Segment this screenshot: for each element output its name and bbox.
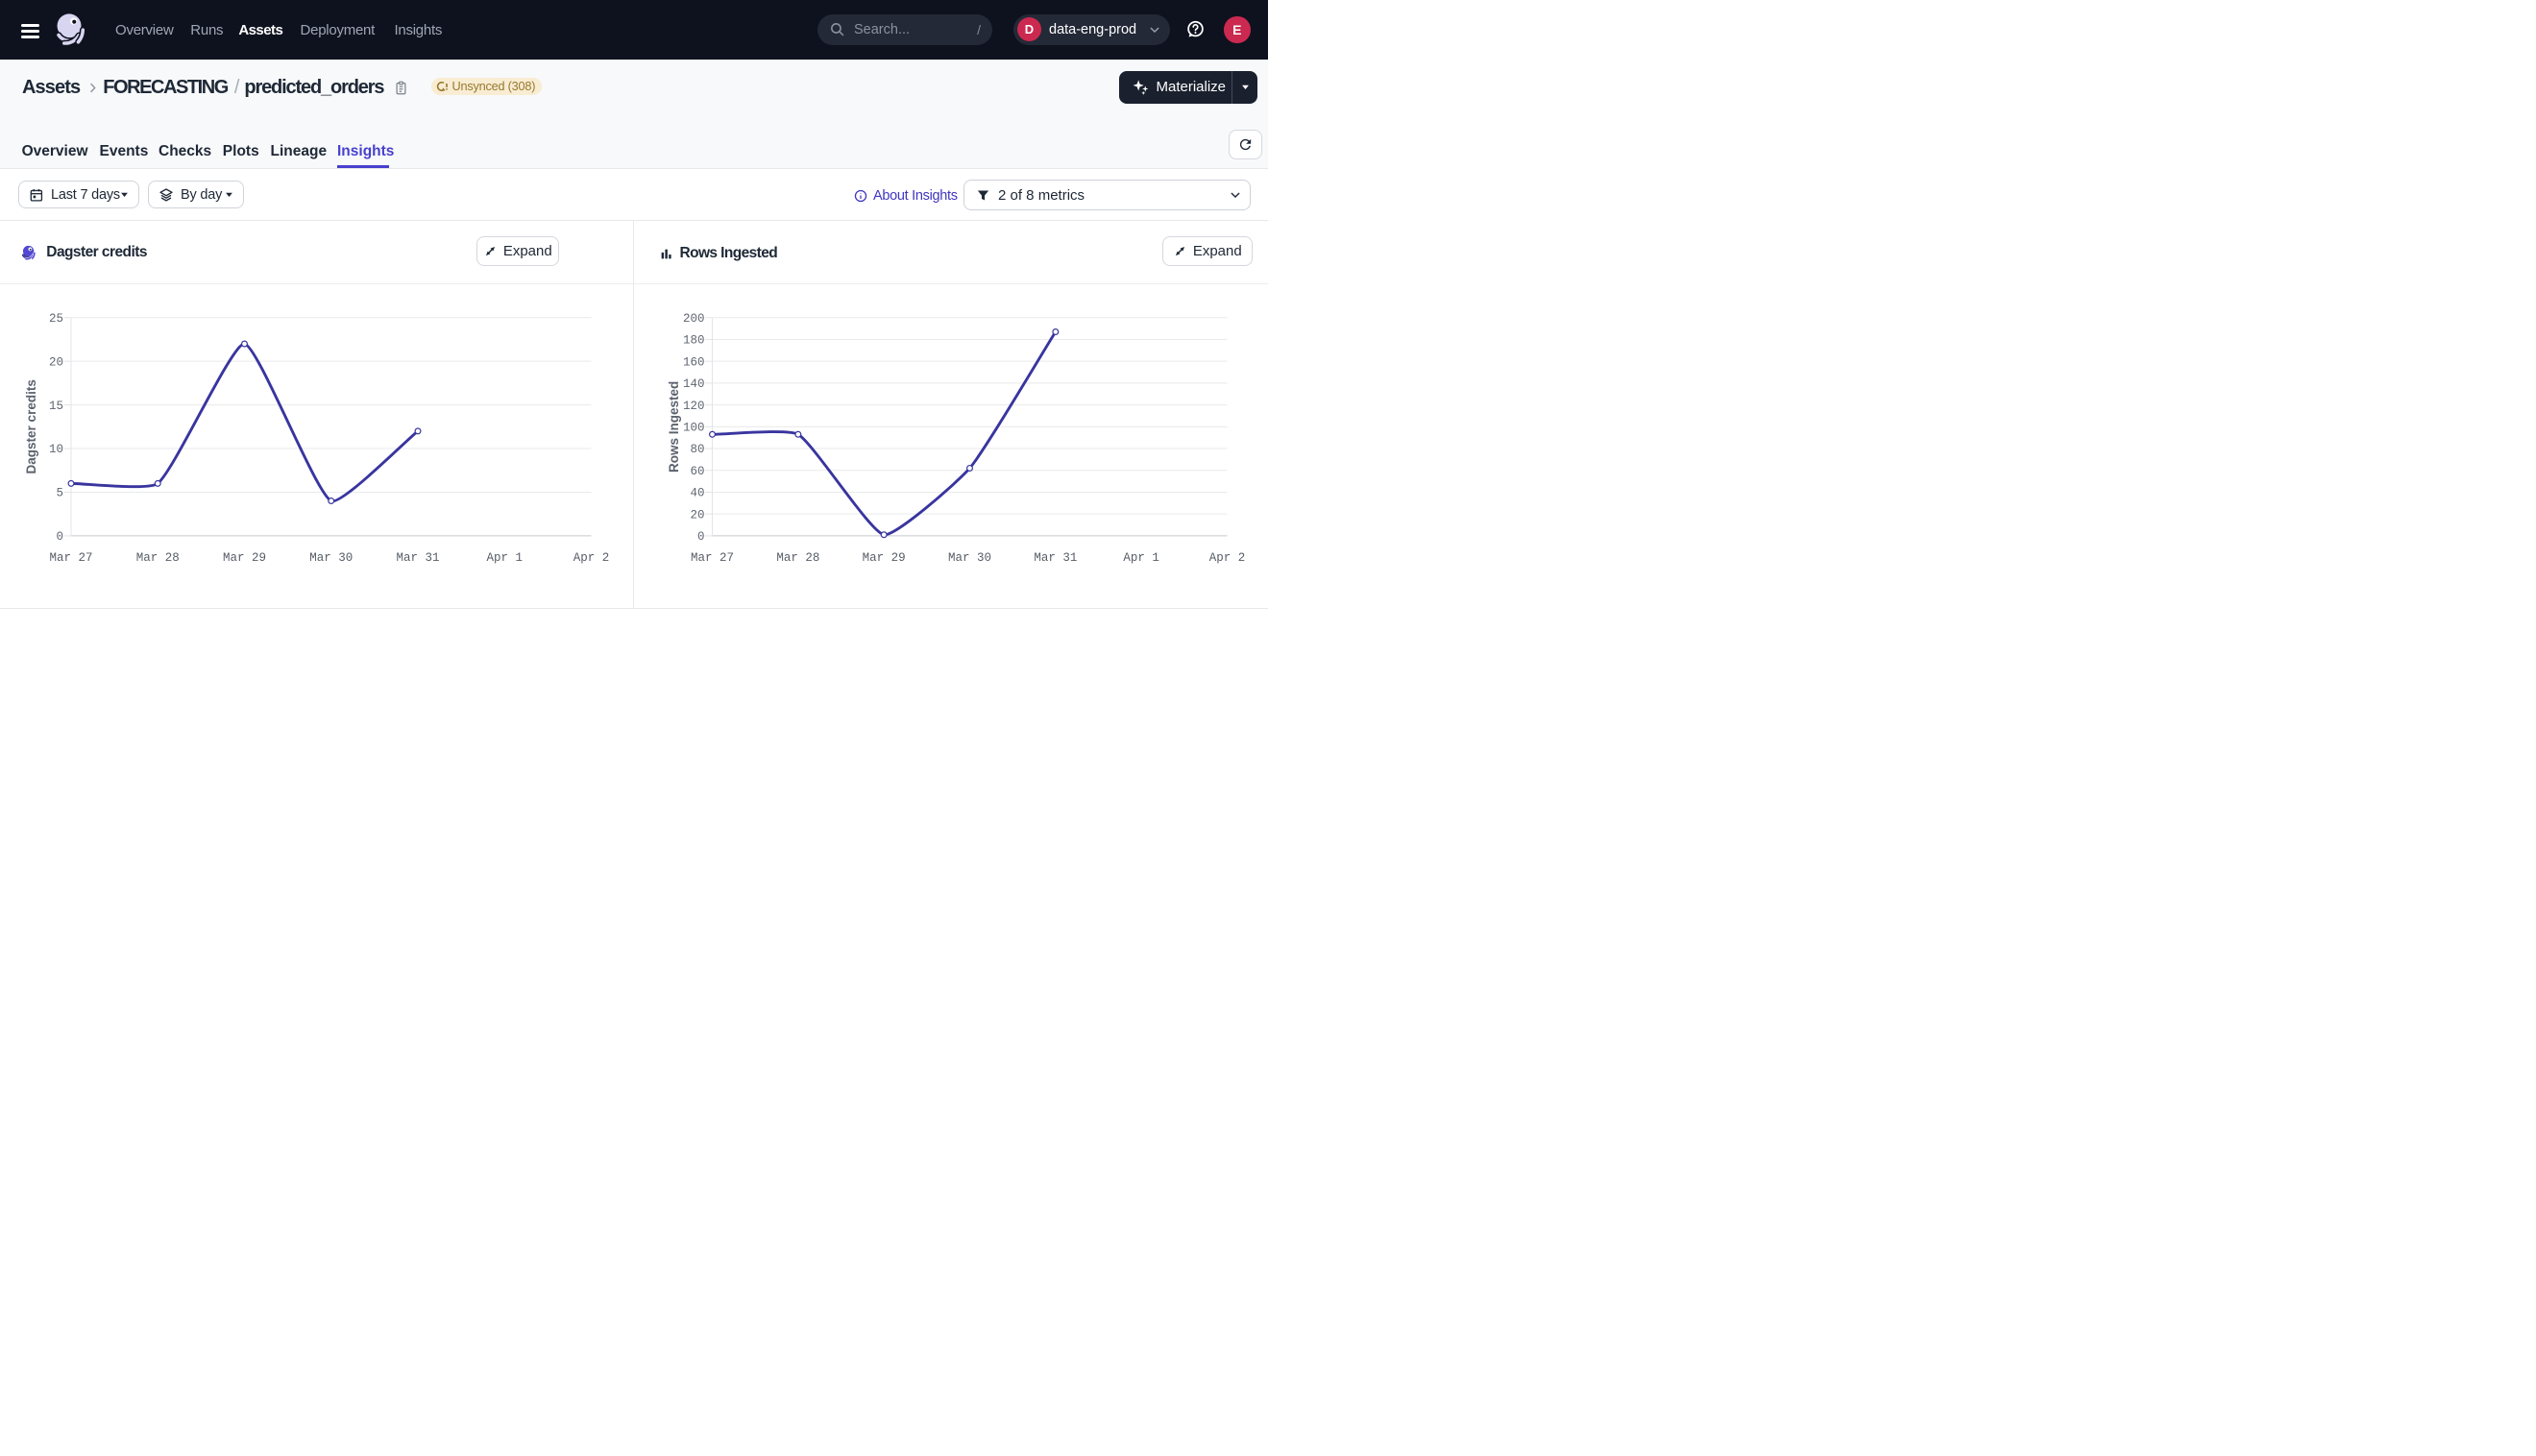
svg-text:Mar 28: Mar 28 <box>776 551 819 565</box>
svg-text:Apr 1: Apr 1 <box>486 551 523 565</box>
svg-text:Mar 30: Mar 30 <box>948 551 991 565</box>
svg-text:180: 180 <box>683 334 705 348</box>
svg-text:Dagster credits: Dagster credits <box>24 379 38 473</box>
svg-text:Mar 28: Mar 28 <box>136 551 180 565</box>
svg-text:160: 160 <box>683 355 705 369</box>
svg-text:25: 25 <box>49 312 63 326</box>
svg-text:10: 10 <box>49 443 63 456</box>
svg-text:40: 40 <box>690 487 704 500</box>
svg-text:140: 140 <box>683 377 705 391</box>
svg-text:Mar 27: Mar 27 <box>691 551 734 565</box>
svg-text:Mar 30: Mar 30 <box>309 551 353 565</box>
svg-text:Mar 29: Mar 29 <box>223 551 266 565</box>
svg-text:0: 0 <box>697 530 705 544</box>
svg-text:20: 20 <box>690 508 704 522</box>
svg-text:20: 20 <box>49 355 63 369</box>
svg-text:Mar 31: Mar 31 <box>396 551 439 565</box>
svg-text:Apr 2: Apr 2 <box>573 551 610 565</box>
svg-text:80: 80 <box>690 443 704 456</box>
svg-text:Rows Ingested: Rows Ingested <box>667 381 681 473</box>
svg-text:15: 15 <box>49 400 63 413</box>
svg-text:Mar 31: Mar 31 <box>1034 551 1077 565</box>
svg-text:5: 5 <box>56 487 63 500</box>
svg-text:120: 120 <box>683 400 705 413</box>
svg-text:100: 100 <box>683 422 705 435</box>
svg-text:Mar 29: Mar 29 <box>863 551 906 565</box>
svg-text:Apr 1: Apr 1 <box>1123 551 1159 565</box>
svg-text:Apr 2: Apr 2 <box>1209 551 1246 565</box>
svg-text:0: 0 <box>56 530 63 544</box>
svg-text:200: 200 <box>683 312 705 326</box>
svg-text:Mar 27: Mar 27 <box>49 551 92 565</box>
svg-text:60: 60 <box>690 465 704 478</box>
